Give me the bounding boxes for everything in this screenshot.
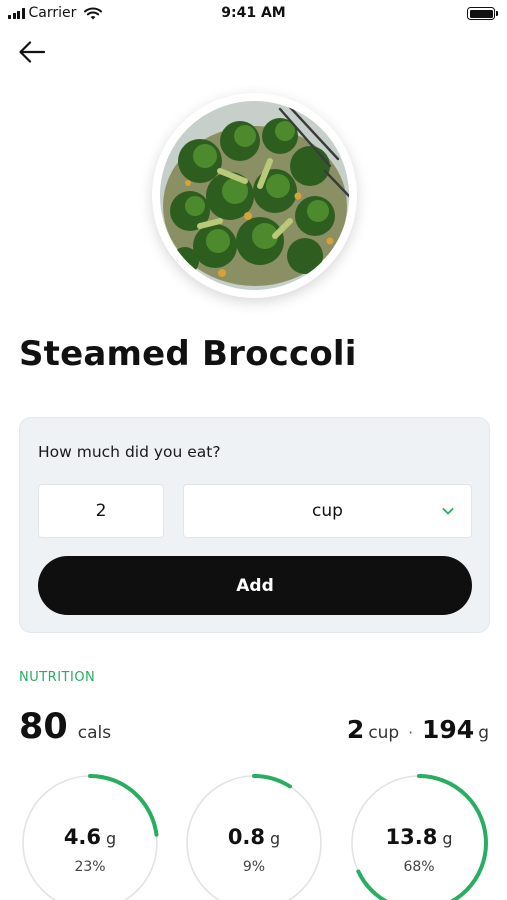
arrow-left-icon — [19, 41, 46, 63]
broccoli-photo — [160, 101, 349, 290]
calories-value: 80 — [19, 707, 68, 747]
battery-icon — [467, 7, 498, 20]
serving-weight: 194 — [422, 715, 475, 744]
back-button[interactable] — [16, 38, 48, 66]
status-bar: Carrier 9:41 AM — [0, 0, 507, 28]
macro-ring-3: 13.8 g 68% — [349, 773, 489, 900]
macro-ring-2: 0.8 g 9% — [184, 773, 324, 900]
macro-unit: g — [106, 829, 117, 848]
serving-info: 2 cup · 194 g — [347, 715, 489, 744]
portion-question: How much did you eat? — [38, 443, 221, 461]
chevron-down-icon — [442, 508, 454, 515]
unit-select[interactable]: cup — [183, 484, 472, 538]
add-button-label: Add — [236, 575, 274, 596]
status-time: 9:41 AM — [221, 5, 286, 21]
unit-select-value: cup — [312, 501, 343, 521]
macro-value: 0.8 — [227, 825, 266, 849]
serving-weight-unit: g — [478, 723, 489, 743]
food-title: Steamed Broccoli — [19, 334, 357, 374]
macro-percent: 68% — [403, 859, 435, 875]
serving-separator: · — [408, 724, 414, 742]
quantity-input[interactable]: 2 — [38, 484, 164, 538]
calorie-summary: 80 cals 2 cup · 194 g — [19, 707, 489, 757]
serving-unit: cup — [368, 723, 400, 743]
macro-unit: g — [442, 829, 453, 848]
macro-unit: g — [270, 829, 281, 848]
calories-unit: cals — [77, 723, 112, 743]
macro-value: 4.6 — [63, 825, 102, 849]
macro-percent: 9% — [242, 859, 266, 875]
add-button[interactable]: Add — [38, 556, 472, 615]
serving-qty: 2 — [346, 715, 365, 744]
macro-ring-1: 4.6 g 23% — [20, 773, 160, 900]
macro-percent: 23% — [74, 859, 106, 875]
portion-card: How much did you eat? 2 cup Add — [19, 417, 490, 633]
macro-value: 13.8 — [385, 825, 438, 849]
nutrition-section-label: NUTRITION — [19, 670, 96, 685]
food-image — [152, 93, 357, 298]
